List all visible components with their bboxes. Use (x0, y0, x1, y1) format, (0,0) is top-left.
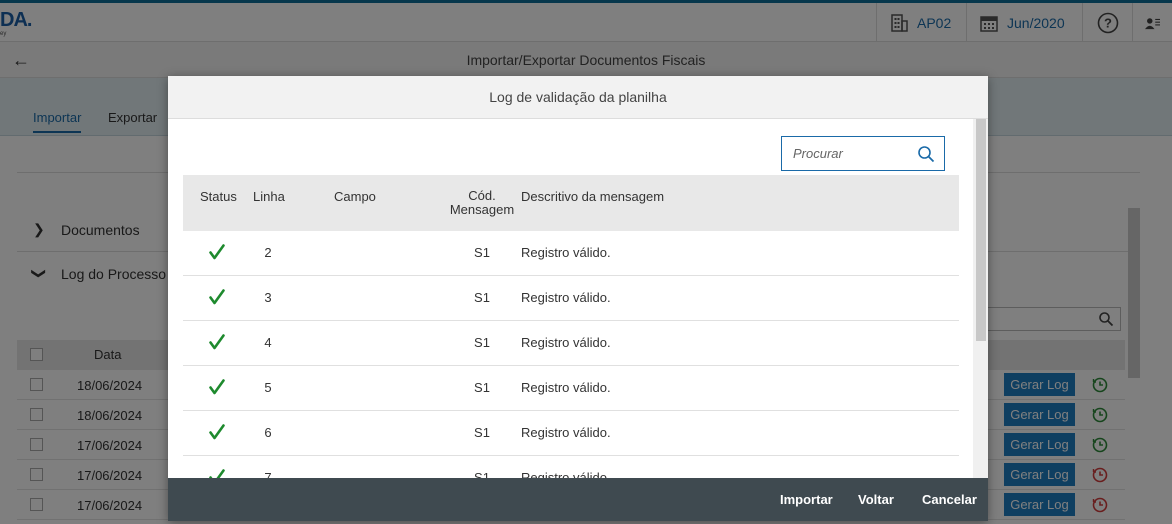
validation-log-dialog: Log de validação da planilha Status Linh… (168, 76, 988, 521)
table-row: 2 S1 Registro válido. (183, 231, 959, 276)
cancelar-button[interactable]: Cancelar (922, 492, 977, 507)
cell-linha: 7 (264, 470, 272, 478)
dialog-title: Log de validação da planilha (168, 76, 988, 119)
column-cod-mensagem: Cód. Mensagem (447, 189, 517, 217)
cell-linha: 4 (264, 335, 272, 350)
cell-linha: 2 (264, 245, 272, 260)
cell-cod-mensagem: S1 (474, 380, 490, 395)
cell-cod-mensagem: S1 (474, 290, 490, 305)
column-linha: Linha (253, 189, 285, 204)
cell-descritivo: Registro válido. (521, 290, 611, 305)
dialog-footer: Importar Voltar Cancelar (168, 478, 988, 521)
search-icon[interactable] (917, 145, 935, 163)
column-status: Status (200, 189, 237, 204)
check-icon (209, 379, 225, 395)
grid-body: 2 S1 Registro válido. 3 S1 Registro válido. 4 S… (183, 231, 959, 478)
table-row: 5 S1 Registro válido. (183, 366, 959, 411)
cell-cod-mensagem: S1 (474, 470, 490, 478)
column-cod-line2: Mensagem (449, 202, 515, 217)
check-icon (209, 244, 225, 260)
column-cod-line1: Cód. (468, 188, 496, 203)
table-row: 3 S1 Registro válido. (183, 276, 959, 321)
grid-header: Status Linha Campo Cód. Mensagem Descrit… (183, 175, 959, 231)
column-descritivo: Descritivo da mensagem (521, 189, 665, 204)
cell-descritivo: Registro válido. (521, 335, 611, 350)
cell-linha: 5 (264, 380, 272, 395)
search-box[interactable] (781, 136, 945, 171)
check-icon (209, 289, 225, 305)
cell-cod-mensagem: S1 (474, 335, 490, 350)
cell-descritivo: Registro válido. (521, 425, 611, 440)
cell-descritivo: Registro válido. (521, 245, 611, 260)
table-row: 4 S1 Registro válido. (183, 321, 959, 366)
table-row: 7 S1 Registro válido. (183, 456, 959, 478)
table-row: 6 S1 Registro válido. (183, 411, 959, 456)
cell-linha: 3 (264, 290, 272, 305)
dialog-scrollbar-thumb[interactable] (976, 119, 986, 341)
voltar-button[interactable]: Voltar (858, 492, 894, 507)
cell-descritivo: Registro válido. (521, 470, 611, 478)
cell-cod-mensagem: S1 (474, 245, 490, 260)
check-icon (209, 469, 225, 478)
search-input[interactable] (782, 137, 912, 170)
check-icon (209, 334, 225, 350)
check-icon (209, 424, 225, 440)
cell-descritivo: Registro válido. (521, 380, 611, 395)
column-campo: Campo (334, 189, 376, 204)
importar-button[interactable]: Importar (780, 492, 833, 507)
cell-cod-mensagem: S1 (474, 425, 490, 440)
cell-linha: 6 (264, 425, 272, 440)
